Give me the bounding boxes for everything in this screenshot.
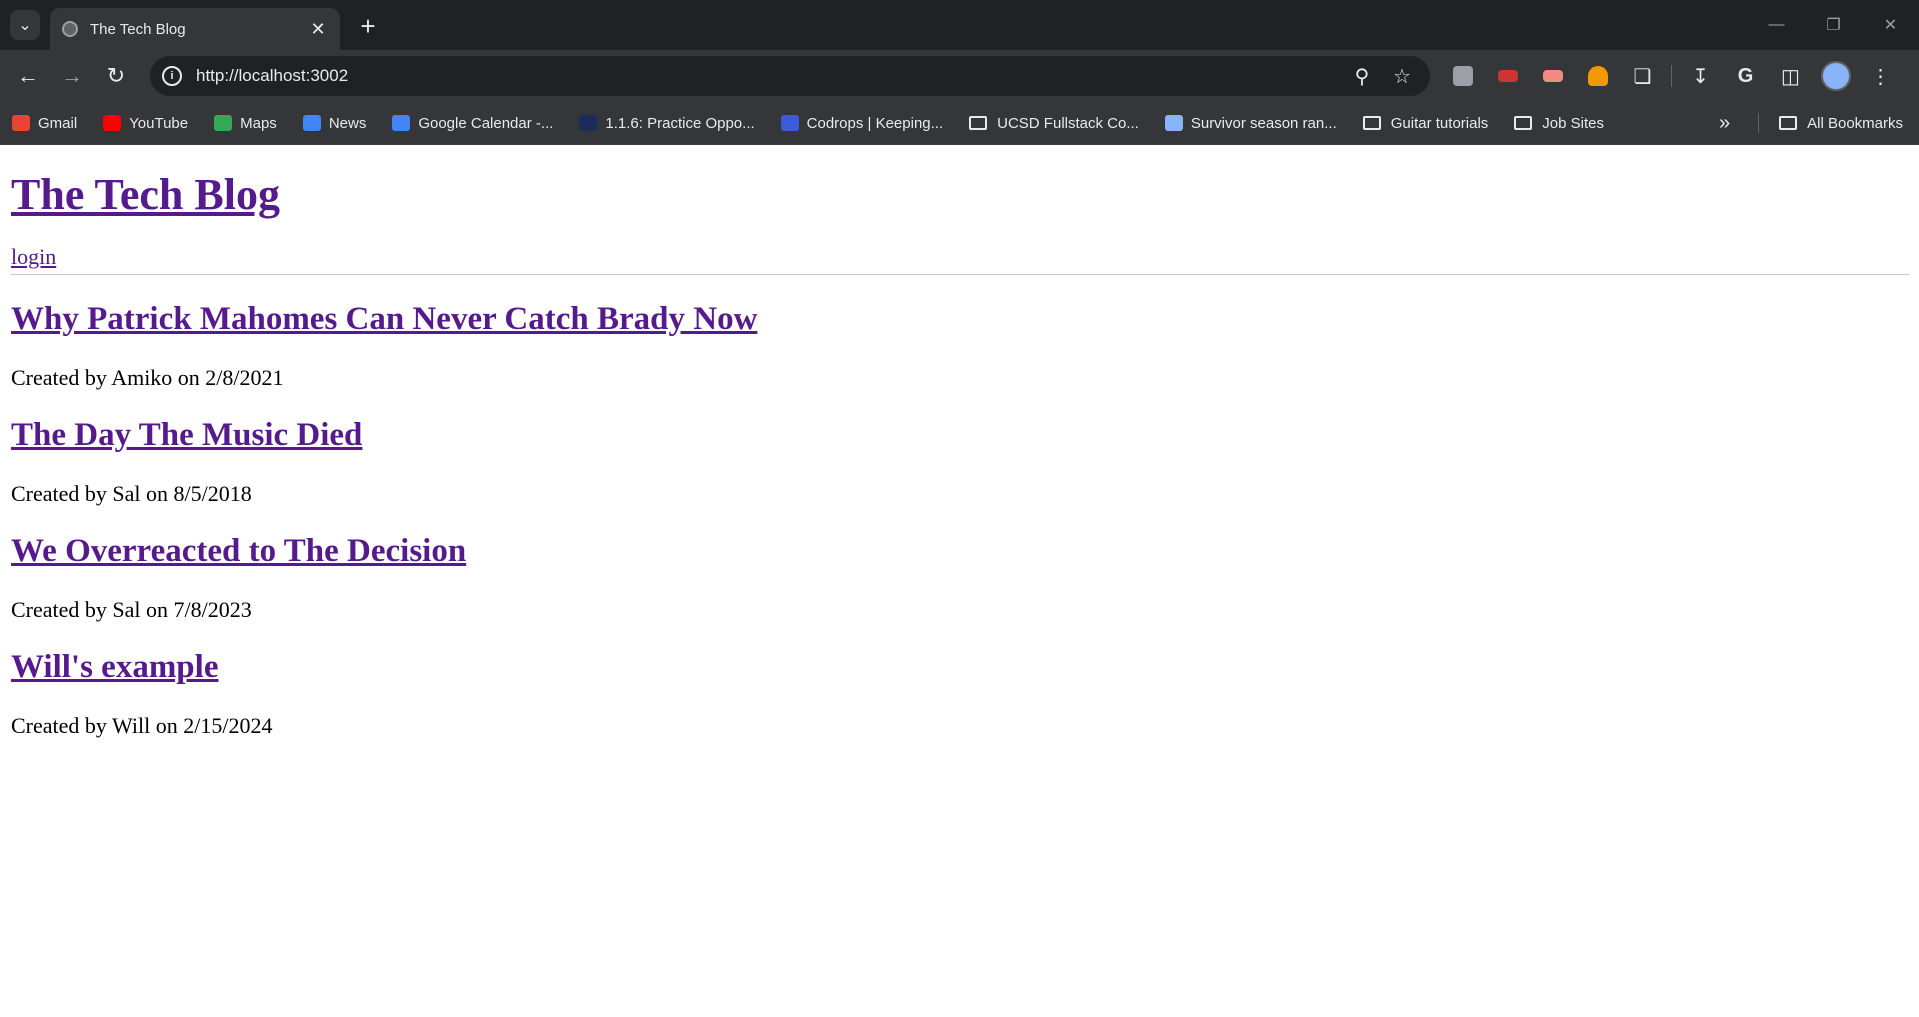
header-divider [11,273,1909,275]
all-bookmarks-button[interactable]: All Bookmarks [1779,115,1903,132]
bookmark-label: Job Sites [1542,114,1604,132]
bookmarks-right: » All Bookmarks [1719,102,1903,144]
post-meta: Created by Sal on 7/8/2023 [11,596,252,622]
bookmark-item[interactable]: 1.1.6: Practice Oppo... [579,114,755,132]
bookmark-label: YouTube [129,114,189,132]
post-meta: Created by Amiko on 2/8/2021 [11,364,284,390]
maps-icon [214,115,233,131]
bookmark-item[interactable]: Maps [214,115,277,132]
active-tab[interactable]: The Tech Blog ✕ [50,8,340,50]
bookmark-item[interactable]: Job Sites [1514,115,1604,132]
post-title: The Day The Music Died [11,417,1908,455]
tab-search-button[interactable]: ⌄ [10,10,40,40]
address-bar[interactable]: i http://localhost:3002 ⚲ ☆ [150,56,1430,96]
profile-avatar[interactable] [1813,56,1858,96]
bookmark-label: Codrops | Keeping... [806,114,944,132]
post-meta: Created by Sal on 8/5/2018 [11,480,252,506]
new-tab-button[interactable]: + [354,11,382,41]
post-title: Why Patrick Mahomes Can Never Catch Brad… [11,301,1908,339]
site-info-icon[interactable]: i [162,66,182,86]
extension-record-icon[interactable] [1530,56,1575,96]
google-icon[interactable]: G [1723,56,1768,96]
restore-icon[interactable]: ❐ [1805,0,1862,50]
bookmarks-bar: Gmail YouTube Maps News Google Calendar -...… [0,102,1919,145]
course-icon [579,115,598,131]
calendar-icon [392,115,411,131]
minimize-icon[interactable]: — [1748,0,1805,50]
bookmark-label: Google Calendar -... [418,114,554,132]
bookmark-label: Maps [240,114,277,132]
bookmark-item[interactable]: Gmail [12,115,77,132]
more-bookmarks-icon[interactable]: » [1719,112,1730,135]
extension-a-icon[interactable] [1440,56,1485,96]
post-title: Will's example [11,649,1908,687]
post-title-link[interactable]: The Day The Music Died [11,417,362,453]
post-title: We Overreacted to The Decision [11,533,1908,571]
extensions-area: ❏ ↧ G ◫ ⋮ [1440,50,1903,102]
extension-rocket-icon[interactable] [1575,56,1620,96]
folder-icon [1362,116,1381,130]
close-window-icon[interactable]: ✕ [1862,0,1919,50]
codrops-icon [780,115,799,131]
bookmark-label: Guitar tutorials [1390,114,1489,132]
tab-title: The Tech Blog [90,20,186,38]
gmail-icon [12,115,30,131]
back-icon[interactable]: ← [6,56,50,96]
site-title-link[interactable]: The Tech Blog [11,170,280,219]
post-title-link[interactable]: Why Patrick Mahomes Can Never Catch Brad… [11,301,757,337]
bookmark-label: Survivor season ran... [1190,114,1337,132]
bookmark-item[interactable]: YouTube [103,115,188,132]
globe-icon [62,21,78,37]
bookmark-item[interactable]: Survivor season ran... [1164,114,1337,132]
close-tab-icon[interactable]: ✕ [306,17,330,41]
site-title: The Tech Blog [11,169,1908,222]
bookmark-item[interactable]: UCSD Fullstack Co... [969,115,1139,132]
login-link[interactable]: login [11,244,56,270]
url-text[interactable]: http://localhost:3002 [196,66,1342,86]
folder-icon [1514,116,1533,130]
bookmark-item[interactable]: News [302,114,367,132]
bookmark-star-icon[interactable]: ☆ [1382,64,1422,89]
post-meta: Created by Will on 2/15/2024 [11,712,273,738]
side-panel-icon[interactable]: ◫ [1768,56,1813,96]
extension-npm-icon[interactable] [1485,56,1530,96]
folder-icon [1779,116,1798,130]
forward-icon[interactable]: → [50,56,94,96]
zoom-icon[interactable]: ⚲ [1342,64,1382,89]
bookmark-label: UCSD Fullstack Co... [997,114,1139,132]
chevron-down-icon: ⌄ [18,17,32,34]
post-list: Why Patrick Mahomes Can Never Catch Brad… [11,301,1908,739]
news-icon [302,115,321,131]
download-icon[interactable]: ↧ [1678,56,1723,96]
tab-strip: ⌄ The Tech Blog ✕ + — ❐ ✕ [0,0,1919,50]
post-title-link[interactable]: Will's example [11,649,218,685]
bookmark-label: Gmail [38,114,78,132]
folder-icon [969,116,988,130]
extensions-puzzle-icon[interactable]: ❏ [1620,56,1665,96]
page-content: The Tech Blog login Why Patrick Mahomes … [0,169,1919,739]
menu-dots-icon[interactable]: ⋮ [1858,56,1903,96]
bookmark-item[interactable]: Google Calendar -... [392,115,553,132]
bookmark-label: News [328,114,367,132]
window-controls: — ❐ ✕ [1748,0,1919,50]
bookmark-item[interactable]: Guitar tutorials [1362,114,1489,132]
sheet-grid-icon [1164,115,1183,131]
bookmark-label: 1.1.6: Practice Oppo... [605,114,755,132]
toolbar-divider [1671,65,1672,87]
reload-icon[interactable]: ↻ [94,56,138,96]
bookmark-item[interactable]: Codrops | Keeping... [780,114,944,132]
browser-toolbar: ← → ↻ i http://localhost:3002 ⚲ ☆ ❏ ↧ G … [0,50,1919,102]
post-title-link[interactable]: We Overreacted to The Decision [11,533,466,569]
bookmarks-divider [1758,113,1760,133]
youtube-icon [103,115,122,131]
all-bookmarks-label: All Bookmarks [1807,114,1903,132]
